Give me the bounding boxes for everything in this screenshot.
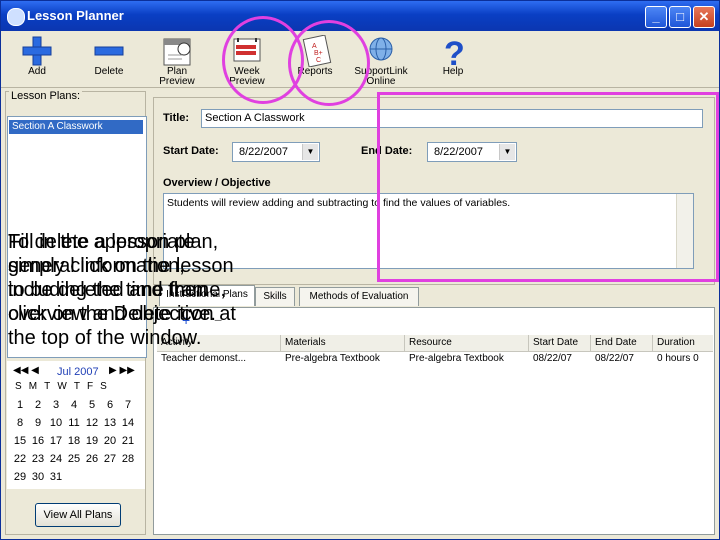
calendar-week-row: 8 9 10 11 12 13 14: [11, 417, 141, 435]
calendar-day[interactable]: 7: [119, 399, 137, 411]
weekday: W: [57, 381, 68, 392]
calendar-week-row: 22 23 24 25 26 27 28: [11, 453, 141, 471]
title-bar: Lesson Planner _ □ ✕: [1, 1, 719, 31]
svg-text:?: ?: [444, 35, 465, 67]
calendar-day[interactable]: 10: [47, 417, 65, 429]
cell-start-date: 08/22/07: [533, 353, 572, 364]
plan-preview-button[interactable]: Plan Preview: [145, 33, 209, 87]
plus-icon: [22, 36, 52, 66]
calendar-day[interactable]: 30: [29, 471, 47, 483]
calendar-month: Jul 2007: [57, 366, 99, 378]
help-button[interactable]: ? Help: [421, 33, 485, 85]
highlight-circle-reports: [288, 20, 370, 106]
add-label: Add: [28, 66, 46, 77]
calendar-day[interactable]: 8: [11, 417, 29, 429]
calendar-day[interactable]: 6: [101, 399, 119, 411]
column-header-materials[interactable]: Materials: [281, 335, 405, 351]
calendar-day[interactable]: 28: [119, 453, 137, 465]
delete-button[interactable]: Delete: [77, 33, 141, 85]
lesson-plans-label: Lesson Plans:: [9, 90, 83, 102]
overview-objective-label: Overview / Objective: [163, 177, 271, 189]
start-date-picker[interactable]: 8/22/2007 ▼: [232, 142, 320, 162]
calendar-week-row: 29 30 31: [11, 471, 141, 489]
calendar-day[interactable]: 24: [47, 453, 65, 465]
details-tabs: Instructional Plans Skills Methods of Ev…: [153, 285, 713, 307]
calendar-day[interactable]: 16: [29, 435, 47, 447]
calendar-day[interactable]: 29: [11, 471, 29, 483]
calendar-prev-nav[interactable]: ◀◀ ◀: [13, 365, 39, 376]
weekday: T: [44, 381, 51, 392]
calendar-day[interactable]: 15: [11, 435, 29, 447]
add-button[interactable]: Add: [5, 33, 69, 85]
calendar-day[interactable]: 4: [65, 399, 83, 411]
calendar-day[interactable]: 21: [119, 435, 137, 447]
maximize-button[interactable]: □: [669, 6, 691, 28]
cell-activity: Teacher demonst...: [161, 353, 247, 364]
weekday: F: [87, 381, 94, 392]
delete-label: Delete: [94, 66, 124, 77]
calendar-day[interactable]: 31: [47, 471, 65, 483]
calendar-day[interactable]: 3: [47, 399, 65, 411]
tab-skills[interactable]: Skills: [255, 287, 295, 306]
calendar-day[interactable]: 9: [29, 417, 47, 429]
calendar-day[interactable]: 27: [101, 453, 119, 465]
start-date-value: 8/22/2007: [239, 146, 288, 158]
chevron-down-icon[interactable]: ▼: [302, 144, 318, 160]
tutorial-caption-fill-info: Fill in the appropriate general informat…: [8, 231, 226, 325]
close-button[interactable]: ✕: [693, 6, 715, 28]
weekday: S: [100, 381, 108, 392]
highlight-rect-form: [377, 92, 719, 282]
column-header-start-date[interactable]: Start Date: [529, 335, 591, 351]
calendar-page-icon: [163, 38, 191, 66]
app-icon: [7, 8, 25, 26]
calendar-next-nav[interactable]: ▶ ▶▶: [109, 365, 135, 376]
help-label: Help: [442, 66, 464, 77]
calendar-day[interactable]: 14: [119, 417, 137, 429]
calendar-day[interactable]: 20: [101, 435, 119, 447]
calendar-week-row: 1234567: [11, 399, 141, 417]
grid-header: Activity Materials Resource Start Date E…: [157, 335, 713, 352]
calendar-day[interactable]: 18: [65, 435, 83, 447]
calendar-days-grid[interactable]: 1 2 3 4 5 6 7 8 9 10 11 12 13 14 15 16 17 18 19 20 21 22 23 24 2…: [11, 399, 141, 489]
calendar-weekdays: S M T W T F S: [15, 381, 107, 392]
calendar-day[interactable]: 13: [101, 417, 119, 429]
minimize-button[interactable]: _: [645, 6, 667, 28]
lesson-plan-item[interactable]: Section A Classwork: [9, 120, 143, 134]
question-mark-icon: ?: [444, 35, 465, 67]
tab-methods-of-evaluation[interactable]: Methods of Evaluation: [299, 287, 419, 306]
calendar-day[interactable]: 5: [83, 399, 101, 411]
view-all-plans-button[interactable]: View All Plans: [35, 503, 121, 527]
minus-icon: [94, 46, 124, 56]
cell-materials: Pre-algebra Textbook: [285, 353, 380, 364]
cell-resource: Pre-algebra Textbook: [409, 353, 504, 364]
cell-end-date: 08/22/07: [595, 353, 634, 364]
calendar-day[interactable]: 26: [83, 453, 101, 465]
calendar-day[interactable]: 19: [83, 435, 101, 447]
column-header-duration[interactable]: Duration: [653, 335, 713, 351]
calendar-day[interactable]: 17: [47, 435, 65, 447]
calendar-day[interactable]: 23: [29, 453, 47, 465]
window-title: Lesson Planner: [27, 8, 124, 23]
calendar-day[interactable]: 11: [65, 417, 83, 429]
plan-preview-label: Plan Preview: [159, 66, 195, 87]
column-header-end-date[interactable]: End Date: [591, 335, 653, 351]
calendar-day[interactable]: 22: [11, 453, 29, 465]
column-header-resource[interactable]: Resource: [405, 335, 529, 351]
weekday: T: [73, 381, 81, 392]
weekday: S: [15, 381, 23, 392]
title-label: Title:: [163, 112, 190, 124]
calendar-week-row: 15 16 17 18 19 20 21: [11, 435, 141, 453]
weekday: M: [28, 381, 38, 392]
table-row[interactable]: Teacher demonst... Pre-algebra Textbook …: [157, 351, 713, 367]
calendar-day[interactable]: 25: [65, 453, 83, 465]
cell-duration: 0 hours 0: [657, 353, 699, 364]
start-date-label: Start Date:: [163, 145, 219, 157]
calendar-day[interactable]: 12: [83, 417, 101, 429]
calendar-day[interactable]: 2: [29, 399, 47, 411]
calendar-day[interactable]: 1: [11, 399, 29, 411]
